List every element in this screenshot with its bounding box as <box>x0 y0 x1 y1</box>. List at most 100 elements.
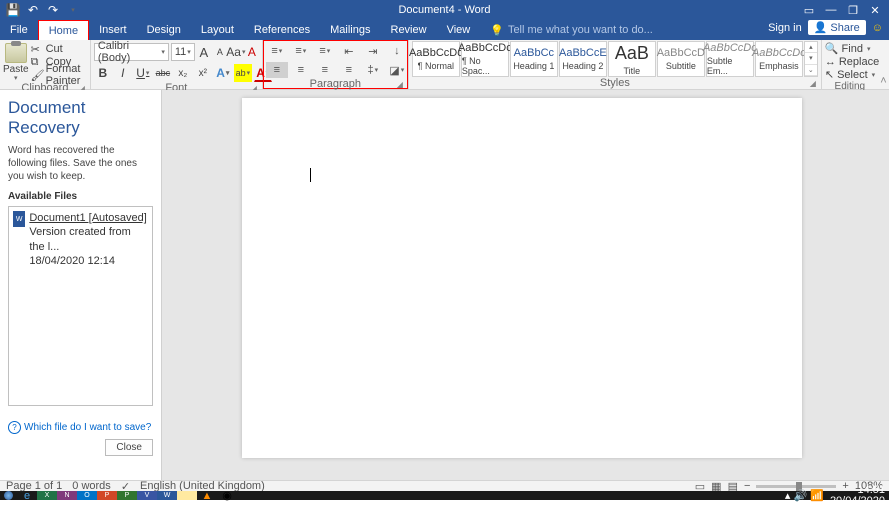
project-icon[interactable]: P <box>117 491 137 500</box>
taskbar-date[interactable]: 20/04/2020 <box>830 495 885 507</box>
restore-icon[interactable]: ❐ <box>845 1 861 19</box>
undo-icon[interactable]: ↶ <box>24 1 42 19</box>
explorer-icon[interactable] <box>177 491 197 500</box>
tab-review[interactable]: Review <box>381 20 437 40</box>
lightbulb-icon: 💡 <box>490 24 504 37</box>
qat-customize-icon[interactable]: ▾ <box>64 1 82 19</box>
onenote-icon[interactable]: N <box>57 491 77 500</box>
font-name-combo[interactable]: Calibri (Body) <box>94 43 169 61</box>
styles-down-icon[interactable]: ▾ <box>805 53 817 64</box>
search-icon: 🔍 <box>825 42 839 55</box>
styles-launcher-icon[interactable]: ◢ <box>810 79 816 88</box>
document-area[interactable] <box>162 90 889 480</box>
start-icon[interactable] <box>4 491 13 500</box>
share-button[interactable]: 👤 Share <box>808 20 866 35</box>
grow-font-button[interactable]: A <box>197 43 211 61</box>
style-emphasis[interactable]: AaBbCcDcEmphasis <box>755 41 803 77</box>
tab-layout[interactable]: Layout <box>191 20 244 40</box>
chrome-icon[interactable]: ◉ <box>217 491 237 500</box>
superscript-button[interactable]: x² <box>194 64 212 82</box>
style-heading1[interactable]: AaBbCcHeading 1 <box>510 41 558 77</box>
subscript-button[interactable]: x₂ <box>174 64 192 82</box>
signin-link[interactable]: Sign in <box>768 22 802 34</box>
tab-home[interactable]: Home <box>38 20 89 40</box>
styles-more-icon[interactable]: ⌄ <box>805 65 817 76</box>
find-button[interactable]: 🔍Find <box>825 42 875 55</box>
smiley-icon[interactable]: ☺ <box>872 22 883 34</box>
styles-up-icon[interactable]: ▴ <box>805 42 817 53</box>
save-icon[interactable]: 💾 <box>4 1 22 19</box>
line-spacing-button[interactable]: ‡ <box>362 62 384 78</box>
tell-me-search[interactable]: 💡 Tell me what you want to do... <box>490 20 653 40</box>
redo-icon[interactable]: ↷ <box>44 1 62 19</box>
underline-button[interactable]: U <box>134 64 152 82</box>
cut-button[interactable]: ✂Cut <box>31 42 87 55</box>
close-icon[interactable]: ✕ <box>867 1 883 19</box>
visio-icon[interactable]: V <box>137 491 157 500</box>
replace-button[interactable]: ↔Replace <box>825 55 875 68</box>
text-effects-button[interactable]: A <box>214 64 232 82</box>
recovery-file-name: Document1 [Autosaved] <box>29 211 148 225</box>
bullets-button[interactable]: ≡ <box>266 43 288 59</box>
group-paragraph: ≡ ≡ ≡ ⇤ ⇥ ↓ ¶ ≡ ≡ ≡ ≡ ‡ ◪ ▦ <box>263 40 409 89</box>
tab-design[interactable]: Design <box>137 20 191 40</box>
ribbon-tabs: File Home Insert Design Layout Reference… <box>0 20 889 40</box>
vlc-icon[interactable]: ▲ <box>197 491 217 500</box>
decrease-indent-button[interactable]: ⇤ <box>338 43 360 59</box>
sort-button[interactable]: ↓ <box>386 43 408 59</box>
styles-gallery-nav[interactable]: ▴▾⌄ <box>804 41 818 77</box>
paste-button[interactable]: Paste ▾ <box>3 41 29 82</box>
select-button[interactable]: ↖Select <box>825 68 875 81</box>
powerpoint-icon[interactable]: P <box>97 491 117 500</box>
tab-file[interactable]: File <box>0 20 38 40</box>
page[interactable] <box>242 98 802 458</box>
bold-button[interactable]: B <box>94 64 112 82</box>
group-clipboard: Paste ▾ ✂Cut ⧉Copy 🖌Format Painter Clipb… <box>0 40 91 89</box>
align-right-button[interactable]: ≡ <box>314 62 336 78</box>
tab-view[interactable]: View <box>437 20 481 40</box>
tab-insert[interactable]: Insert <box>89 20 137 40</box>
text-cursor <box>310 168 311 182</box>
align-left-button[interactable]: ≡ <box>266 62 288 78</box>
paragraph-launcher-icon[interactable]: ◢ <box>397 80 403 89</box>
tray-icons[interactable]: ▴ 🔊 📶 <box>785 489 824 502</box>
justify-button[interactable]: ≡ <box>338 62 360 78</box>
highlight-button[interactable]: ab <box>234 64 252 82</box>
font-size-combo[interactable]: 11 <box>171 43 195 61</box>
outlook-icon[interactable]: O <box>77 491 97 500</box>
shading-button[interactable]: ◪ <box>386 62 408 78</box>
collapse-ribbon-icon[interactable]: ˄ <box>878 40 889 89</box>
find-label: Find <box>842 43 863 55</box>
strike-button[interactable]: abc <box>154 64 172 82</box>
style-subtitle[interactable]: AaBbCcDSubtitle <box>657 41 705 77</box>
numbering-button[interactable]: ≡ <box>290 43 312 59</box>
excel-icon[interactable]: X <box>37 491 57 500</box>
italic-button[interactable]: I <box>114 64 132 82</box>
style-title[interactable]: AaBTitle <box>608 41 656 77</box>
which-file-link[interactable]: Which file do I want to save? <box>8 421 151 434</box>
word-icon[interactable]: W <box>157 491 177 500</box>
style-subtle-emphasis[interactable]: AaBbCcDcSubtle Em... <box>706 41 754 77</box>
ribbon-options-icon[interactable]: ▭ <box>801 1 817 19</box>
clear-format-button[interactable]: A <box>245 43 259 61</box>
align-center-button[interactable]: ≡ <box>290 62 312 78</box>
multilevel-button[interactable]: ≡ <box>314 43 336 59</box>
window-controls: ▭ — ❐ ✕ <box>801 1 889 19</box>
style-no-spacing[interactable]: AaBbCcDc¶ No Spac... <box>461 41 509 77</box>
recovery-file-item[interactable]: W Document1 [Autosaved] Version created … <box>13 211 148 268</box>
ie-icon[interactable]: e <box>17 491 37 500</box>
share-label: Share <box>830 22 859 34</box>
style-normal[interactable]: AaBbCcDc¶ Normal <box>412 41 460 77</box>
change-case-button[interactable]: Aa <box>229 43 243 61</box>
increase-indent-button[interactable]: ⇥ <box>362 43 384 59</box>
taskbar: e X N O P P V W ▲ ◉ ▴ 🔊 📶 14:51 20/04/20… <box>0 491 889 500</box>
tab-mailings[interactable]: Mailings <box>320 20 380 40</box>
tab-references[interactable]: References <box>244 20 320 40</box>
minimize-icon[interactable]: — <box>823 1 839 19</box>
style-heading2[interactable]: AaBbCcEHeading 2 <box>559 41 607 77</box>
cut-label: Cut <box>46 43 63 55</box>
shrink-font-button[interactable]: A <box>213 43 227 61</box>
recovery-close-button[interactable]: Close <box>105 439 153 456</box>
format-painter-button[interactable]: 🖌Format Painter <box>31 68 87 81</box>
cursor-icon: ↖ <box>825 68 834 81</box>
